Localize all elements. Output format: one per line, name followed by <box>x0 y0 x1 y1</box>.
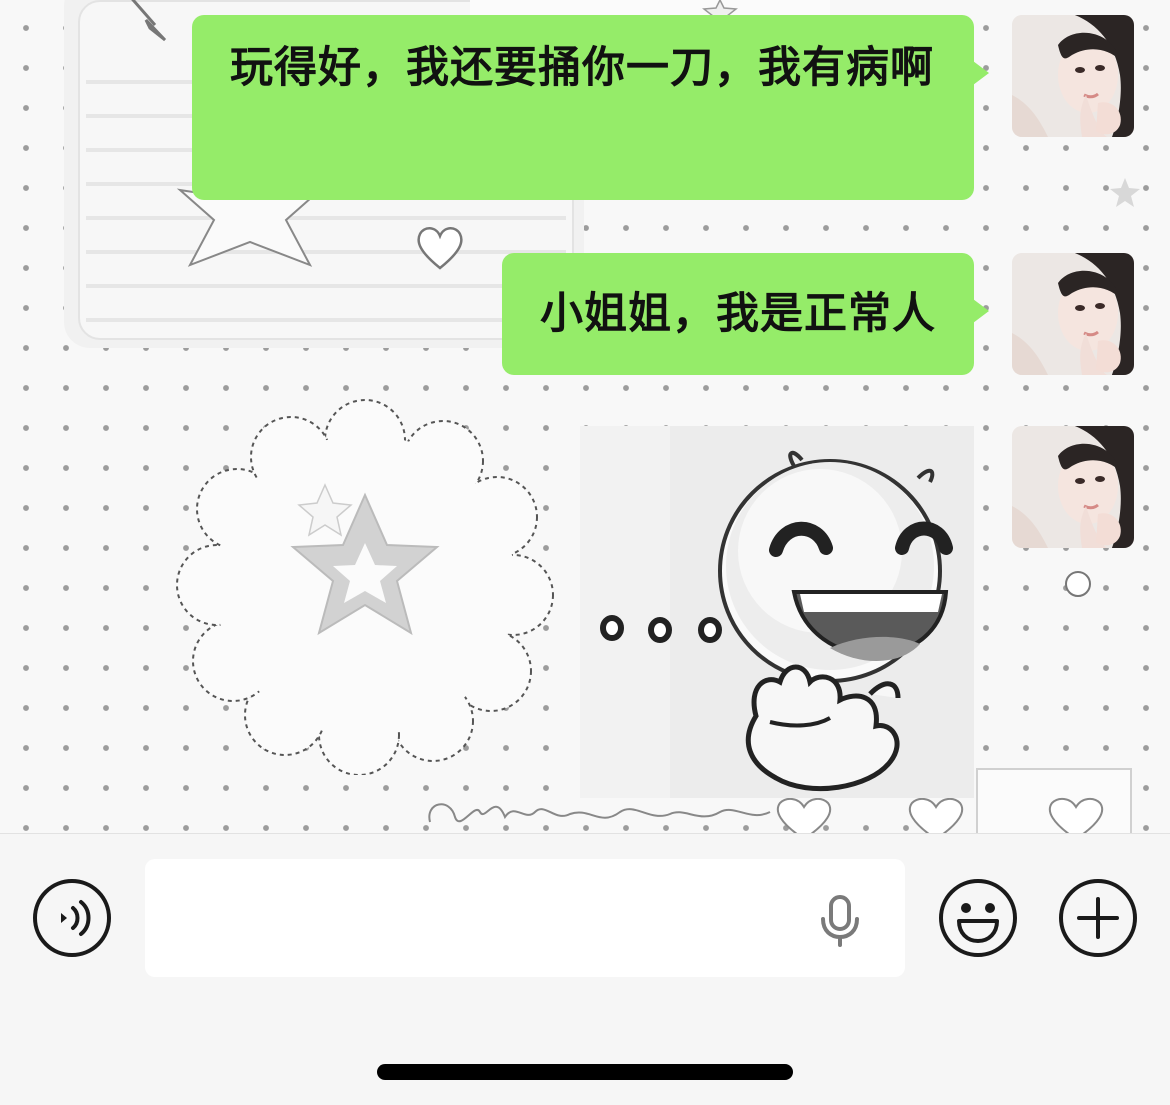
wallpaper-heart-icon <box>417 227 463 270</box>
avatar-photo <box>1012 15 1134 137</box>
emoji-smiley-icon <box>939 879 1017 957</box>
voice-mode-icon <box>33 879 111 957</box>
avatar-photo <box>1012 253 1134 375</box>
avatar[interactable] <box>1012 15 1134 137</box>
wallpaper-hearts-row <box>776 797 1104 833</box>
message-bubble[interactable]: 小姐姐，我是正常人 <box>502 253 989 375</box>
microphone-icon[interactable] <box>819 895 861 947</box>
chat-area[interactable]: 玩得好，我还要捅你一刀，我有病啊 小姐姐，我是正常人 <box>0 0 1170 833</box>
message-row: 小姐姐，我是正常人 <box>502 253 1134 375</box>
message-bubble[interactable]: 玩得好，我还要捅你一刀，我有病啊 <box>192 15 989 200</box>
wallpaper-ring-icon <box>1065 571 1091 597</box>
message-row: 玩得好，我还要捅你一刀，我有病啊 <box>192 15 1134 200</box>
input-bar <box>0 833 1170 1105</box>
plus-icon <box>1059 879 1137 957</box>
avatar[interactable] <box>1012 426 1134 548</box>
home-indicator[interactable] <box>377 1064 793 1080</box>
sticker-message[interactable] <box>580 426 974 798</box>
message-input[interactable] <box>145 859 905 977</box>
message-row <box>974 426 1134 548</box>
wallpaper-scallop-frame <box>176 399 554 775</box>
wallpaper-arrow-icon <box>131 0 167 42</box>
avatar-photo <box>1012 426 1134 548</box>
grinning-thumbs-up-sticker <box>580 426 974 798</box>
more-options-button[interactable] <box>1057 877 1139 959</box>
avatar[interactable] <box>1012 253 1134 375</box>
voice-mode-button[interactable] <box>31 877 113 959</box>
emoji-button[interactable] <box>937 877 1019 959</box>
